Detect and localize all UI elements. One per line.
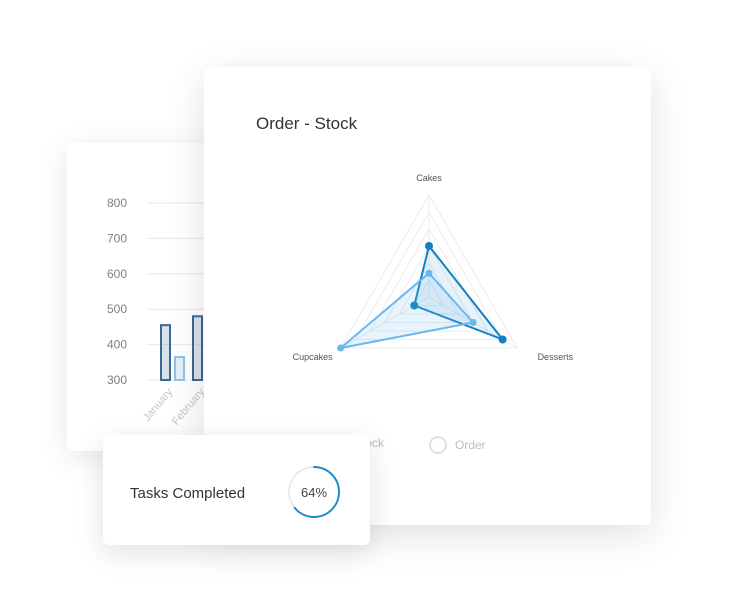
tasks-completed-label: Tasks Completed [130, 485, 246, 502]
radar-axis-label: Cakes [416, 173, 442, 183]
y-tick-label: 300 [107, 373, 127, 387]
tasks-completed-card: Tasks Completed 64% [103, 435, 370, 545]
radar-point-stock [469, 319, 477, 326]
y-tick-label: 800 [107, 196, 127, 210]
legend-swatch-order [429, 436, 447, 454]
y-tick-label: 400 [107, 338, 127, 352]
bar [174, 355, 185, 382]
radar-axis-label: Cupcakes [293, 352, 334, 362]
radar-point-order [425, 242, 433, 250]
legend-item-order[interactable]: Order [429, 436, 486, 454]
bar [160, 324, 171, 382]
radar-point-order [498, 335, 507, 344]
y-tick-label: 700 [107, 231, 127, 245]
x-tick-label: February [170, 386, 208, 428]
legend-label-order: Order [455, 438, 486, 452]
progress-value: 64% [300, 484, 328, 500]
radar-point-stock [337, 344, 345, 352]
y-tick-label: 500 [107, 302, 127, 316]
y-tick-label: 600 [107, 267, 127, 281]
radar-point-stock [425, 269, 433, 277]
radar-axis-label: Desserts [538, 352, 574, 362]
bar [192, 315, 203, 381]
